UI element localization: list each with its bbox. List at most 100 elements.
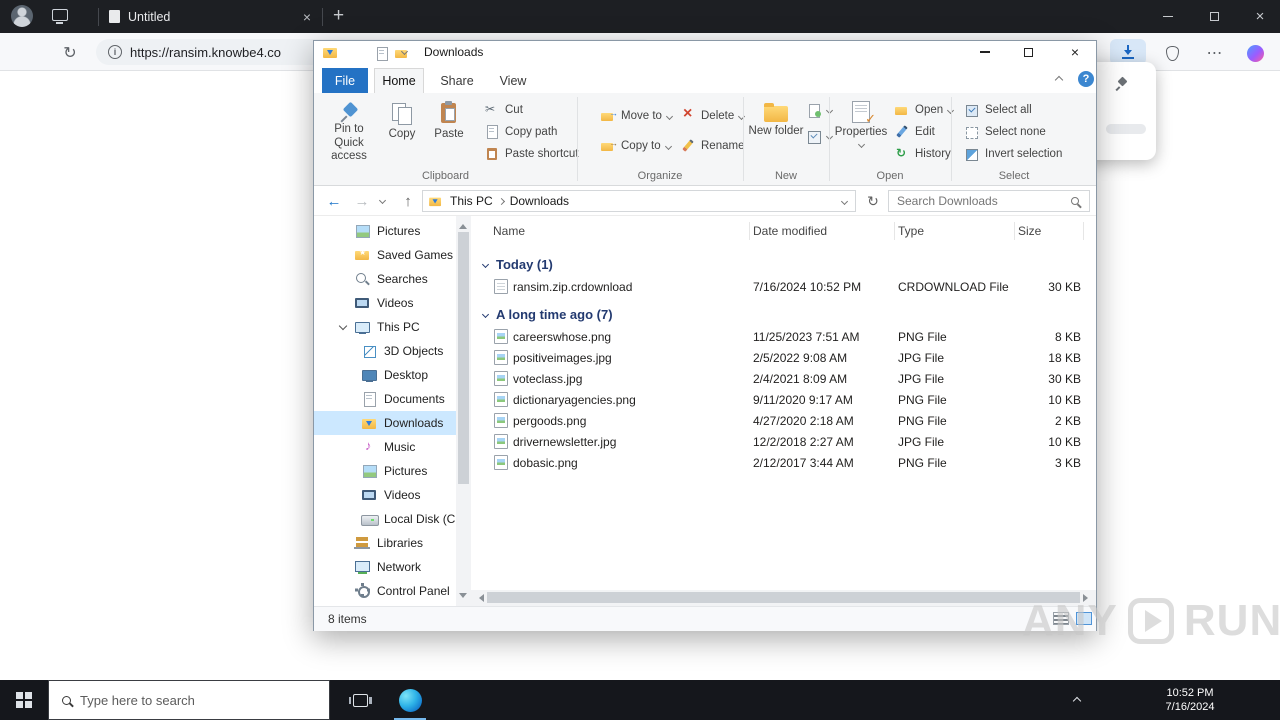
display-icon[interactable] xyxy=(52,9,68,24)
help-button[interactable]: ? xyxy=(1078,71,1094,87)
nav-item[interactable]: Searches xyxy=(314,267,456,291)
column-header-size[interactable]: Size xyxy=(1018,224,1041,238)
pin-to-quick-access-button[interactable]: Pin to Quick access xyxy=(320,97,378,163)
invert-selection-button[interactable]: Invert selection xyxy=(962,145,1065,163)
select-none-button[interactable]: Select none xyxy=(962,123,1049,141)
breadcrumb-downloads[interactable]: Downloads xyxy=(504,194,575,208)
history-button[interactable]: History xyxy=(892,145,954,163)
properties-button[interactable]: ✓ Properties xyxy=(835,97,887,163)
nav-scrollbar[interactable] xyxy=(456,216,471,606)
file-row[interactable]: dobasic.png 2/12/2017 3:44 AM PNG File 3… xyxy=(471,452,1096,473)
rename-button[interactable]: Rename xyxy=(678,137,747,155)
column-header-name[interactable]: Name xyxy=(493,224,525,238)
expander-icon[interactable] xyxy=(340,227,346,233)
scrollbar-thumb[interactable] xyxy=(487,592,1080,603)
expander-icon[interactable] xyxy=(340,419,346,425)
file-row[interactable]: voteclass.jpg 2/4/2021 8:09 AM JPG File … xyxy=(471,368,1096,389)
column-header-type[interactable]: Type xyxy=(898,224,924,238)
tab-close-icon[interactable]: × xyxy=(303,9,311,25)
group-header[interactable]: Today (1) xyxy=(471,252,1096,276)
scroll-up-icon[interactable] xyxy=(459,220,467,229)
open-button[interactable]: Open xyxy=(892,101,956,119)
nav-item[interactable]: Music xyxy=(314,435,456,459)
nav-item[interactable]: Local Disk (C:) xyxy=(314,507,456,531)
new-folder-button[interactable]: New folder xyxy=(748,97,804,163)
file-row[interactable]: drivernewsletter.jpg 12/2/2018 2:27 AM J… xyxy=(471,431,1096,452)
nav-item[interactable]: Documents xyxy=(314,387,456,411)
more-menu-icon[interactable]: ⋯ xyxy=(1203,41,1227,65)
file-row[interactable]: positiveimages.jpg 2/5/2022 9:08 AM JPG … xyxy=(471,347,1096,368)
taskbar-search[interactable]: Type here to search xyxy=(48,680,330,720)
ribbon-tab-share[interactable]: Share xyxy=(432,68,482,93)
copy-to-button[interactable]: Copy to xyxy=(598,137,674,155)
expander-icon[interactable] xyxy=(340,395,346,401)
start-button[interactable] xyxy=(0,680,48,720)
nav-item[interactable]: Network xyxy=(314,555,456,579)
back-button[interactable]: ← xyxy=(322,189,346,213)
copy-button[interactable]: Copy xyxy=(380,97,424,163)
file-row[interactable]: dictionaryagencies.png 9/11/2020 9:17 AM… xyxy=(471,389,1096,410)
nav-item[interactable]: This PC xyxy=(314,315,456,339)
browser-maximize-button[interactable] xyxy=(1194,0,1234,33)
taskbar-edge-button[interactable] xyxy=(386,680,434,720)
group-collapse-icon[interactable] xyxy=(481,310,490,318)
browser-essentials-icon[interactable] xyxy=(1160,41,1184,65)
explorer-minimize-button[interactable] xyxy=(968,41,1002,63)
nav-item[interactable]: Videos xyxy=(314,291,456,315)
expander-icon[interactable] xyxy=(340,275,346,281)
expander-icon[interactable] xyxy=(340,299,346,305)
tray-overflow-icon[interactable] xyxy=(1072,696,1082,706)
column-header-date[interactable]: Date modified xyxy=(753,224,827,238)
explorer-address-bar[interactable]: This PC Downloads xyxy=(422,190,856,212)
expander-icon[interactable] xyxy=(340,587,346,593)
select-all-button[interactable]: Select all xyxy=(962,101,1035,119)
nav-item[interactable]: Pictures xyxy=(314,459,456,483)
nav-item[interactable]: Saved Games xyxy=(314,243,456,267)
move-to-button[interactable]: Move to xyxy=(598,107,675,125)
nav-item[interactable]: Libraries xyxy=(314,531,456,555)
ribbon-collapse-icon[interactable] xyxy=(1054,75,1064,85)
expander-icon[interactable] xyxy=(338,321,348,331)
explorer-titlebar[interactable]: Downloads × xyxy=(314,41,1096,63)
expander-icon[interactable] xyxy=(340,347,346,353)
expander-icon[interactable] xyxy=(340,467,346,473)
search-box[interactable]: Search Downloads xyxy=(888,190,1090,212)
site-info-icon[interactable]: i xyxy=(108,45,122,59)
nav-item[interactable]: Downloads xyxy=(314,411,456,435)
nav-item[interactable]: 3D Objects xyxy=(314,339,456,363)
group-collapse-icon[interactable] xyxy=(481,260,490,268)
up-button[interactable]: ↑ xyxy=(396,189,420,213)
browser-close-button[interactable]: × xyxy=(1240,0,1280,33)
details-view-icon[interactable] xyxy=(1053,612,1069,625)
recent-locations-icon[interactable] xyxy=(378,196,387,205)
paste-shortcut-button[interactable]: Paste shortcut xyxy=(482,145,582,163)
address-dropdown-icon[interactable] xyxy=(840,197,849,205)
new-tab-button[interactable]: + xyxy=(333,6,344,25)
forward-button[interactable]: → xyxy=(350,189,374,213)
explorer-close-button[interactable]: × xyxy=(1056,41,1094,63)
ribbon-tab-view[interactable]: View xyxy=(490,68,536,93)
group-header[interactable]: A long time ago (7) xyxy=(471,302,1096,326)
edit-button[interactable]: Edit xyxy=(892,123,938,141)
user-avatar-icon[interactable] xyxy=(11,5,33,27)
scroll-left-icon[interactable] xyxy=(475,594,484,602)
file-row[interactable]: ransim.zip.crdownload 7/16/2024 10:52 PM… xyxy=(471,276,1096,297)
copilot-icon[interactable] xyxy=(1243,41,1267,65)
taskbar-clock[interactable]: 10:52 PM 7/16/2024 xyxy=(1152,686,1228,715)
expander-icon[interactable] xyxy=(340,539,346,545)
file-row[interactable]: careerswhose.png 11/25/2023 7:51 AM PNG … xyxy=(471,326,1096,347)
explorer-maximize-button[interactable] xyxy=(1011,41,1045,63)
nav-item[interactable]: Videos xyxy=(314,483,456,507)
easy-access-button[interactable] xyxy=(804,127,835,145)
ribbon-tab-home[interactable]: Home xyxy=(374,68,424,93)
expander-icon[interactable] xyxy=(340,491,346,497)
scrollbar-thumb[interactable] xyxy=(458,232,469,484)
expander-icon[interactable] xyxy=(340,371,346,377)
cut-button[interactable]: Cut xyxy=(482,101,526,119)
paste-button[interactable]: Paste xyxy=(426,97,472,163)
url-text[interactable]: https://ransim.knowbe4.co xyxy=(130,45,281,60)
expander-icon[interactable] xyxy=(340,443,346,449)
expander-icon[interactable] xyxy=(340,515,346,521)
ribbon-file-tab[interactable]: File xyxy=(322,68,368,93)
expander-icon[interactable] xyxy=(340,563,346,569)
